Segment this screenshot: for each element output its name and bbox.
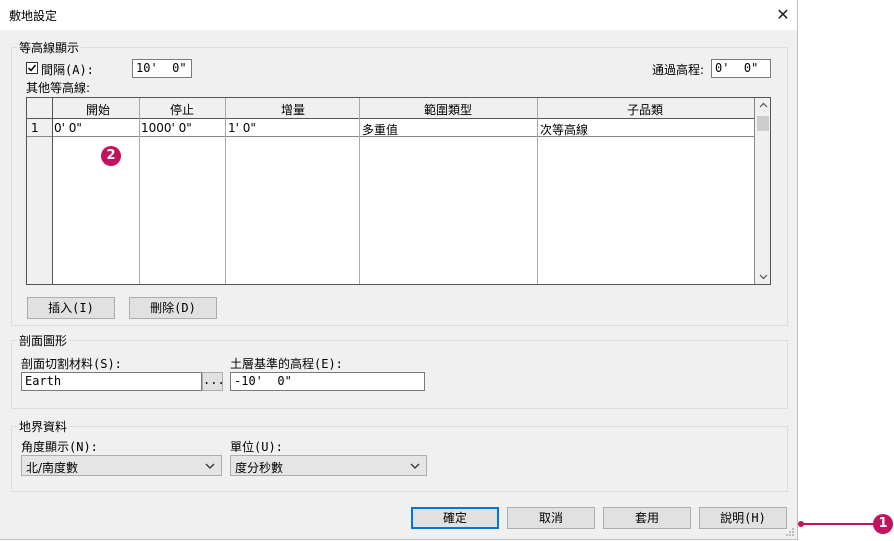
- pass-elevation-label: 通過高程:: [652, 63, 705, 77]
- column-header-range-type: 範圍類型: [424, 103, 473, 117]
- soil-elevation-label: 土層基準的高程(E):: [230, 357, 343, 371]
- checkmark-icon: [27, 64, 37, 72]
- chevron-down-icon: [205, 463, 215, 469]
- interval-checkbox[interactable]: [26, 62, 38, 74]
- contour-display-legend: 等高線顯示: [17, 39, 82, 56]
- contour-table: 開始 停止 增量 範圍類型 子品類 1 0' 0" 1000' 0" 1' 0"…: [26, 97, 771, 285]
- cut-material-field[interactable]: Earth: [21, 372, 202, 391]
- units-value: 度分秒數: [235, 461, 284, 475]
- cell-subcategory[interactable]: 次等高線: [540, 121, 588, 138]
- callout-badge-1: 1: [873, 514, 893, 534]
- cell-start[interactable]: 0' 0": [54, 121, 82, 135]
- other-contours-label: 其他等高線:: [26, 81, 91, 95]
- property-data-legend: 地界資料: [17, 418, 70, 435]
- delete-button[interactable]: 刪除(D): [129, 297, 217, 319]
- cell-increment[interactable]: 1' 0": [228, 121, 256, 135]
- angle-display-label: 角度顯示(N):: [21, 440, 98, 454]
- cell-range-type[interactable]: 多重值: [362, 121, 398, 138]
- callout-badge-2: 2: [101, 146, 121, 166]
- angle-display-value: 北/南度數: [26, 461, 79, 475]
- angle-display-dropdown[interactable]: 北/南度數: [21, 455, 222, 476]
- help-button[interactable]: 說明(H): [699, 507, 787, 529]
- insert-button[interactable]: 插入(I): [27, 297, 115, 319]
- column-header-subcategory: 子品類: [627, 103, 664, 117]
- chevron-down-icon: [410, 463, 420, 469]
- interval-field[interactable]: 10' 0": [132, 59, 192, 78]
- apply-button[interactable]: 套用: [603, 507, 691, 529]
- close-icon[interactable]: ✕: [773, 5, 793, 25]
- pass-elevation-field[interactable]: 0' 0": [711, 59, 771, 78]
- site-settings-dialog: 敷地設定 ✕ 等高線顯示 間隔(A): 10' 0" 通過高程: 0' 0" 其…: [0, 0, 798, 540]
- column-header-increment: 增量: [281, 103, 306, 117]
- column-header-start: 開始: [86, 103, 111, 117]
- title-bar: 敷地設定 ✕: [0, 0, 797, 30]
- section-graphics-legend: 剖面圖形: [17, 332, 70, 349]
- interval-label: 間隔(A):: [41, 63, 94, 77]
- units-dropdown[interactable]: 度分秒數: [230, 455, 427, 476]
- ok-button[interactable]: 確定: [411, 507, 499, 529]
- column-header-stop: 停止: [170, 103, 195, 117]
- row-number: 1: [31, 121, 39, 135]
- units-label: 單位(U):: [230, 440, 283, 454]
- soil-elevation-field[interactable]: -10' 0": [230, 372, 425, 391]
- contour-table-lines: [27, 98, 770, 284]
- window-title: 敷地設定: [9, 9, 58, 23]
- browse-material-button[interactable]: ...: [202, 372, 225, 391]
- cell-stop[interactable]: 1000' 0": [141, 121, 192, 135]
- resize-grip-icon[interactable]: [785, 527, 795, 537]
- cut-material-label: 剖面切割材料(S):: [21, 357, 122, 371]
- cancel-button[interactable]: 取消: [507, 507, 595, 529]
